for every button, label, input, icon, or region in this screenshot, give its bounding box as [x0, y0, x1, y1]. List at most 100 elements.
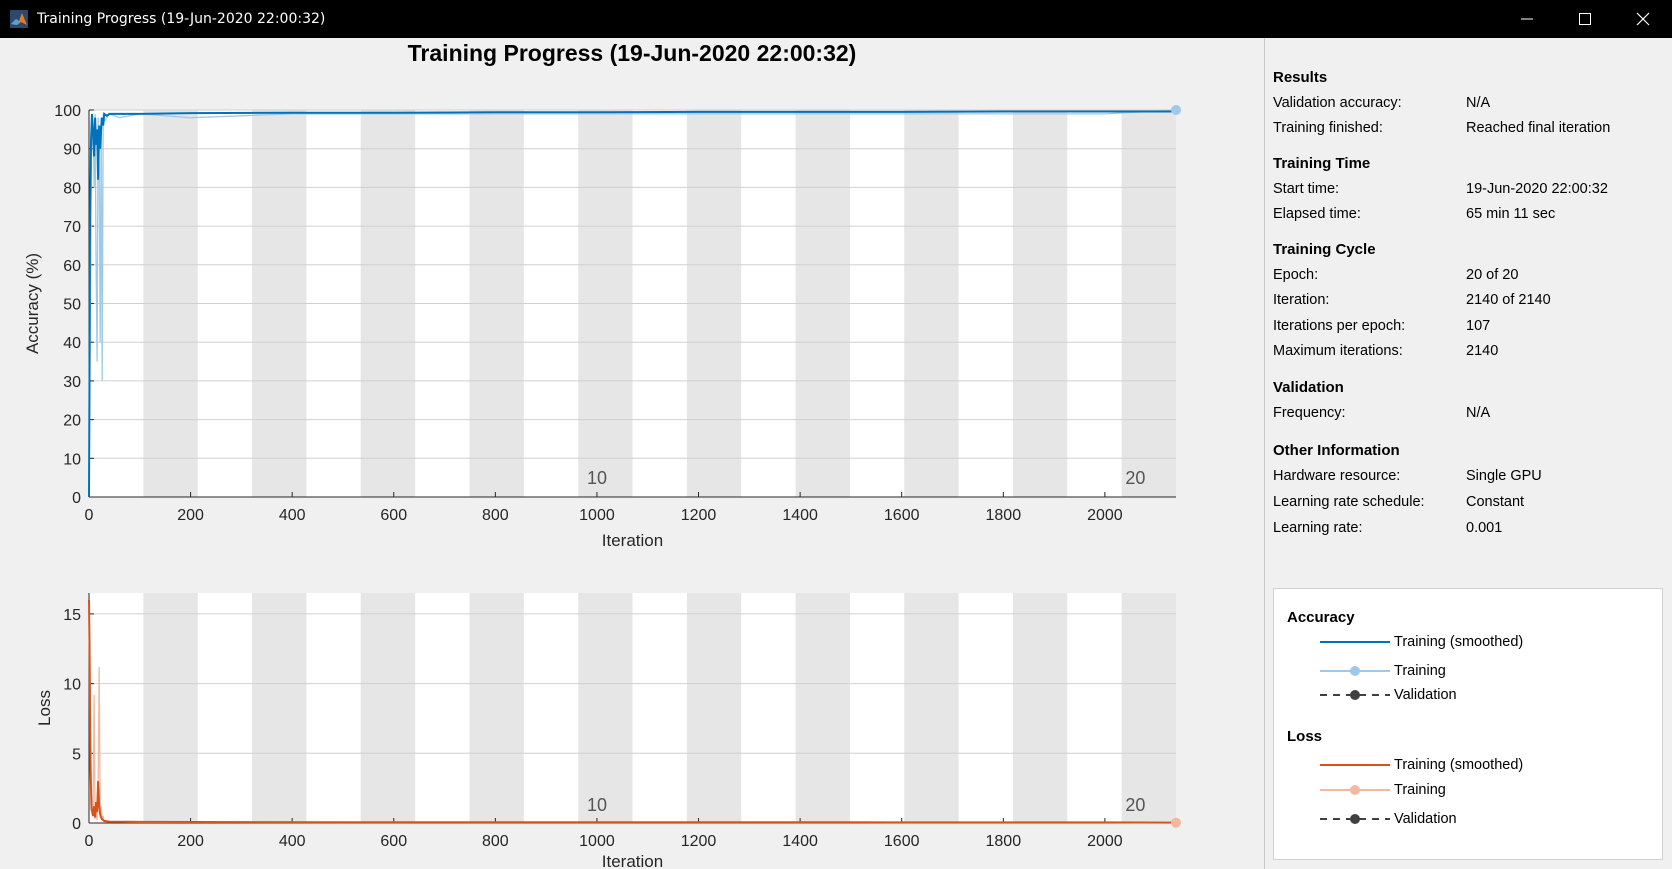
loss-epoch-label: 10	[587, 795, 607, 815]
accuracy-y-tick-label: 70	[63, 219, 81, 236]
accuracy-x-tick-label: 200	[177, 507, 204, 524]
loss-x-tick-label: 1200	[681, 833, 717, 850]
accuracy-x-tick-label: 400	[279, 507, 306, 524]
loss-epoch-band	[1121, 593, 1176, 823]
legend-loss-validation-label: Validation	[1394, 811, 1457, 827]
loss-x-tick-label: 1800	[986, 833, 1022, 850]
accuracy-x-tick-label: 600	[380, 507, 407, 524]
accuracy-y-tick-label: 40	[63, 335, 81, 352]
validation-heading: Validation	[1273, 379, 1344, 396]
accuracy-y-tick-label: 80	[63, 180, 81, 197]
accuracy-y-tick-label: 30	[63, 374, 81, 391]
info-label: Learning rate schedule:	[1273, 494, 1425, 510]
info-value: 2140	[1466, 343, 1499, 359]
accuracy-x-tick-label: 0	[85, 507, 94, 524]
info-value: 19-Jun-2020 22:00:32	[1466, 181, 1608, 197]
loss-x-tick-label: 1000	[579, 833, 615, 850]
legend-loss-smoothed-label: Training (smoothed)	[1394, 757, 1524, 773]
legend: Accuracy Training (smoothed) Training Va…	[1273, 588, 1663, 860]
accuracy-y-axis-label: Accuracy (%)	[23, 253, 42, 354]
window-titlebar: Training Progress (19-Jun-2020 22:00:32)	[0, 0, 1672, 38]
info-value: 0.001	[1466, 520, 1503, 536]
info-value: 2140 of 2140	[1466, 292, 1551, 308]
accuracy-x-tick-label: 1000	[579, 507, 615, 524]
info-value: Single GPU	[1466, 468, 1542, 484]
loss-y-tick-label: 15	[63, 607, 81, 624]
info-value: N/A	[1466, 95, 1491, 111]
info-label: Frequency:	[1273, 405, 1346, 421]
info-label: Learning rate:	[1273, 520, 1363, 536]
matlab-logo-icon	[10, 10, 28, 28]
accuracy-y-tick-label: 10	[63, 451, 81, 468]
info-value: 65 min 11 sec	[1466, 206, 1556, 222]
loss-x-tick-label: 1600	[884, 833, 920, 850]
loss-x-tick-label: 400	[279, 833, 306, 850]
info-value: Reached final iteration	[1466, 120, 1611, 136]
minimize-button[interactable]	[1498, 0, 1556, 38]
accuracy-x-tick-label: 1400	[782, 507, 818, 524]
loss-epoch-band	[143, 593, 198, 823]
legend-accuracy-smoothed-label: Training (smoothed)	[1394, 634, 1524, 650]
accuracy-y-tick-label: 0	[72, 490, 81, 507]
accuracy-x-tick-label: 1200	[681, 507, 717, 524]
loss-final-point	[1171, 817, 1181, 828]
loss-x-tick-label: 800	[482, 833, 509, 850]
loss-x-tick-label: 1400	[782, 833, 818, 850]
loss-x-tick-label: 0	[85, 833, 94, 850]
loss-epoch-band	[360, 593, 416, 823]
info-label: Iteration:	[1273, 292, 1330, 308]
close-icon	[1636, 12, 1650, 26]
results-heading: Results	[1273, 69, 1328, 86]
loss-epoch-band	[1012, 593, 1068, 823]
loss-y-tick-label: 5	[72, 746, 81, 763]
info-label: Iterations per epoch:	[1273, 318, 1406, 334]
close-button[interactable]	[1614, 0, 1672, 38]
accuracy-x-tick-label: 800	[482, 507, 509, 524]
training-progress-charts: 01020304050607080901000 200 400 600 800 1000 1…	[23, 103, 1181, 869]
accuracy-y-tick-label: 60	[63, 258, 81, 275]
plot-area: Training Progress (19-Jun-2020 22:00:32)…	[0, 38, 1264, 869]
legend-loss-smoothed-line	[1320, 764, 1390, 766]
loss-y-axis-label: Loss	[35, 690, 54, 726]
loss-x-tick-label: 2000	[1087, 833, 1123, 850]
window-controls	[1498, 0, 1672, 38]
legend-loss-validation-line	[1320, 814, 1390, 824]
legend-accuracy-smoothed-line	[1320, 641, 1390, 643]
legend-accuracy-training-label: Training	[1394, 663, 1446, 679]
info-label: Epoch:	[1273, 267, 1319, 283]
legend-loss-training-line	[1320, 785, 1390, 795]
accuracy-x-axis-label: Iteration	[602, 531, 663, 550]
loss-epoch-band	[686, 593, 742, 823]
loss-x-axis-label: Iteration	[602, 852, 663, 869]
loss-epoch-band	[904, 593, 959, 823]
info-label: Hardware resource:	[1273, 468, 1401, 484]
legend-accuracy-validation-label: Validation	[1394, 687, 1457, 703]
other-info-heading: Other Information	[1273, 442, 1400, 459]
loss-x-tick-label: 600	[380, 833, 407, 850]
info-value: N/A	[1466, 405, 1491, 421]
info-value: 20 of 20	[1466, 267, 1519, 283]
legend-accuracy-validation-line	[1320, 690, 1390, 700]
loss-epoch-band	[469, 593, 524, 823]
loss-epoch-label: 20	[1125, 795, 1145, 815]
legend-accuracy-training-line	[1320, 666, 1390, 676]
loss-x-tick-label: 200	[177, 833, 204, 850]
loss-epoch-band	[795, 593, 850, 823]
info-value: Constant	[1466, 494, 1525, 510]
info-label: Start time:	[1273, 181, 1340, 197]
training-time-heading: Training Time	[1273, 155, 1371, 172]
loss-y-tick-label: 0	[72, 816, 81, 833]
maximize-icon	[1579, 13, 1591, 25]
info-value: 107	[1466, 318, 1491, 334]
legend-loss-training-label: Training	[1394, 782, 1446, 798]
accuracy-final-point	[1171, 105, 1181, 115]
info-label: Validation accuracy:	[1273, 95, 1402, 111]
maximize-button[interactable]	[1556, 0, 1614, 38]
legend-accuracy-title: Accuracy	[1287, 609, 1355, 626]
accuracy-y-tick-label: 100	[54, 103, 81, 120]
training-cycle-heading: Training Cycle	[1273, 241, 1376, 258]
minimize-icon	[1521, 18, 1533, 20]
accuracy-epoch-label: 10	[587, 468, 607, 488]
accuracy-x-tick-label: 1600	[884, 507, 920, 524]
accuracy-epoch-label: 20	[1125, 468, 1145, 488]
